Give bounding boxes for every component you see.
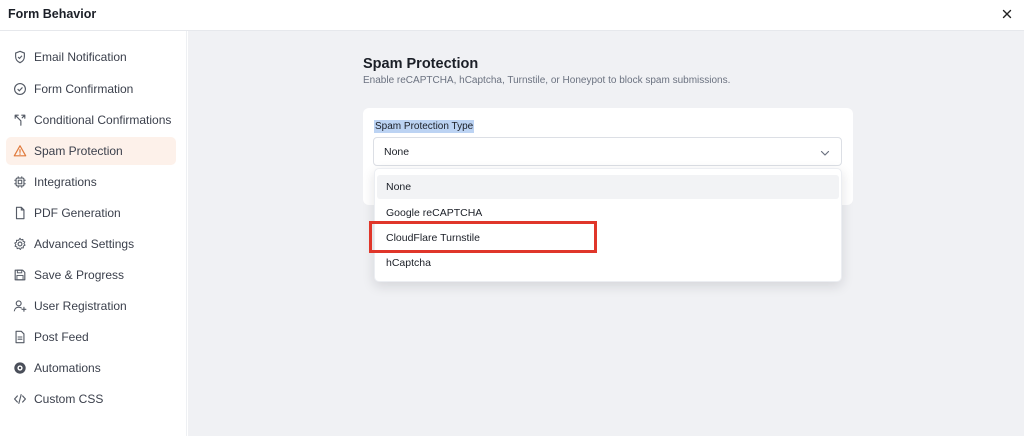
sidebar-item-automations[interactable]: Automations — [6, 354, 176, 382]
option-label: hCaptcha — [386, 257, 431, 269]
page-title: Spam Protection — [363, 56, 479, 72]
field-label: Spam Protection Type — [374, 120, 475, 133]
file-icon — [12, 206, 27, 221]
modal-title: Form Behavior — [8, 7, 97, 21]
option-google-recaptcha[interactable]: Google reCAPTCHA — [377, 201, 839, 225]
modal-header: Form Behavior — [0, 0, 1024, 31]
shield-icon — [12, 50, 27, 65]
automation-icon — [12, 361, 27, 376]
sidebar: Email Notification Form Confirmation Con… — [0, 31, 187, 436]
floppy-disk-icon — [12, 268, 27, 283]
sidebar-item-label: Email Notification — [34, 50, 127, 64]
option-label: CloudFlare Turnstile — [386, 232, 480, 244]
sidebar-item-spam-protection[interactable]: Spam Protection — [6, 137, 176, 165]
sidebar-item-label: Spam Protection — [34, 144, 123, 158]
check-circle-icon — [12, 82, 27, 97]
sidebar-item-save-progress[interactable]: Save & Progress — [6, 261, 176, 289]
chevron-down-icon — [819, 146, 831, 158]
sidebar-item-label: User Registration — [34, 299, 127, 313]
warning-triangle-icon — [12, 144, 27, 159]
chip-icon — [12, 175, 27, 190]
close-icon[interactable] — [1000, 7, 1014, 21]
sidebar-item-pdf-generation[interactable]: PDF Generation — [6, 199, 176, 227]
option-label: Google reCAPTCHA — [386, 207, 483, 219]
sidebar-item-form-confirmation[interactable]: Form Confirmation — [6, 75, 176, 103]
sidebar-item-label: PDF Generation — [34, 206, 121, 220]
select-value: None — [384, 146, 410, 158]
sidebar-item-email-notification[interactable]: Email Notification — [6, 43, 176, 71]
option-none[interactable]: None — [377, 175, 839, 199]
sidebar-item-label: Automations — [34, 361, 101, 375]
sidebar-item-advanced-settings[interactable]: Advanced Settings — [6, 230, 176, 258]
code-icon — [12, 392, 27, 407]
gear-icon — [12, 237, 27, 252]
sidebar-item-label: Post Feed — [34, 330, 89, 344]
option-label: None — [386, 181, 412, 193]
branch-icon — [12, 113, 27, 128]
sidebar-item-integrations[interactable]: Integrations — [6, 168, 176, 196]
select-dropdown: None Google reCAPTCHA CloudFlare Turnsti… — [374, 168, 842, 282]
sidebar-item-custom-css[interactable]: Custom CSS — [6, 385, 176, 413]
option-cloudflare-turnstile[interactable]: CloudFlare Turnstile — [377, 226, 839, 250]
sidebar-item-user-registration[interactable]: User Registration — [6, 292, 176, 320]
spam-protection-type-select[interactable]: None — [373, 137, 842, 166]
sidebar-item-label: Save & Progress — [34, 268, 125, 282]
sidebar-item-conditional-confirmations[interactable]: Conditional Confirmations — [6, 106, 176, 134]
sidebar-item-label: Conditional Confirmations — [34, 113, 172, 127]
sidebar-item-label: Advanced Settings — [34, 237, 135, 251]
user-plus-icon — [12, 299, 27, 314]
option-hcaptcha[interactable]: hCaptcha — [377, 251, 839, 275]
page-description: Enable reCAPTCHA, hCaptcha, Turnstile, o… — [363, 75, 731, 86]
sidebar-item-label: Custom CSS — [34, 392, 104, 406]
sidebar-item-label: Integrations — [34, 175, 97, 189]
sidebar-item-label: Form Confirmation — [34, 82, 134, 96]
document-icon — [12, 330, 27, 345]
sidebar-item-post-feed[interactable]: Post Feed — [6, 323, 176, 351]
